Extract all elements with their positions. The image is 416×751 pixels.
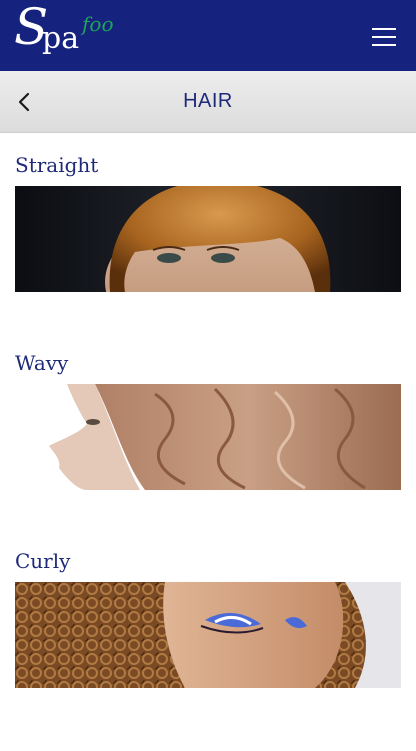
spafoo-logo[interactable]: S pa foo <box>14 2 114 64</box>
wavy-hair-image[interactable] <box>15 384 401 490</box>
category-straight[interactable]: Straight <box>15 150 401 292</box>
menu-line <box>372 28 396 30</box>
category-wavy[interactable]: Wavy <box>15 348 401 490</box>
curly-hair-image[interactable] <box>15 582 401 688</box>
category-title[interactable]: Curly <box>15 546 401 576</box>
logo-pa: pa <box>42 21 80 56</box>
straight-hair-image[interactable] <box>15 186 401 292</box>
page-title: HAIR <box>183 90 233 112</box>
app-header: S pa foo <box>0 0 416 71</box>
menu-line <box>372 36 396 38</box>
category-title[interactable]: Straight <box>15 150 401 180</box>
page-title-bar: HAIR <box>0 71 416 133</box>
logo-foo: foo <box>82 12 114 36</box>
menu-line <box>372 44 396 46</box>
category-title[interactable]: Wavy <box>15 348 401 378</box>
category-curly[interactable]: Curly <box>15 546 401 688</box>
hamburger-menu-icon[interactable] <box>370 26 398 48</box>
